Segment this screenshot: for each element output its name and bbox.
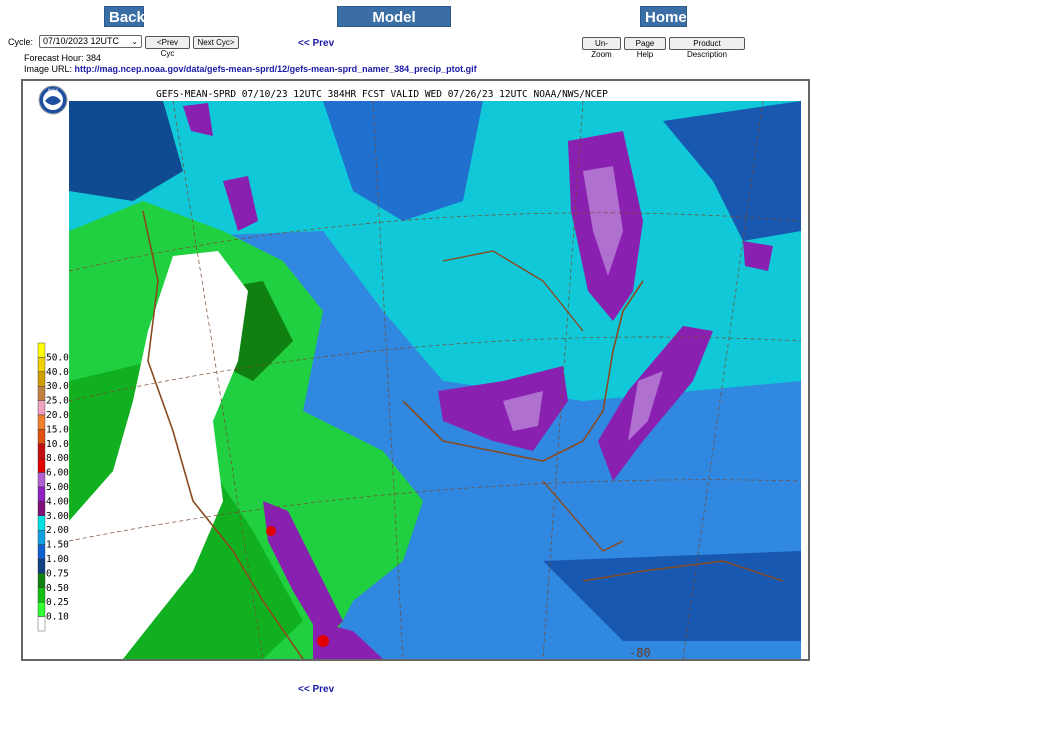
model-guidance-button[interactable]: Model Guidance: [337, 6, 451, 47]
product-description-button[interactable]: Product Description: [669, 37, 745, 59]
legend-label: 3.00: [46, 511, 69, 522]
legend-swatch: [37, 400, 46, 416]
cycle-label: Cycle:: [8, 37, 34, 47]
legend-swatch: [37, 342, 46, 358]
legend-label: 50.0: [46, 352, 69, 363]
legend-swatch: [37, 544, 46, 560]
legend-swatch: [37, 371, 46, 387]
legend-label: 0.10: [46, 612, 69, 623]
noaa-logo: NOAA: [38, 85, 68, 115]
map-header-text: GEFS-MEAN-SPRD 07/10/23 12UTC 384HR FCST…: [156, 89, 608, 100]
legend-label: 30.0: [46, 381, 69, 392]
prev-link-bottom[interactable]: << Prev: [298, 684, 334, 695]
legend-label: 15.0: [46, 424, 69, 435]
prev-cycle-button[interactable]: <Prev Cyc: [145, 36, 190, 58]
page-help-button[interactable]: Page Help: [624, 37, 666, 59]
legend-label: 1.50: [46, 540, 69, 551]
legend-swatch: [37, 558, 46, 574]
legend-swatch: [37, 429, 46, 444]
legend-swatch: [37, 602, 46, 617]
next-cycle-button[interactable]: Next Cyc>: [193, 36, 239, 49]
legend-label: 4.00: [46, 496, 69, 507]
legend-label: 0.75: [46, 568, 69, 579]
forecast-map-image: 50.0 40.0 30.0 25.0 20.0 15.0 10.0 8.00 6.00 5.00…: [21, 79, 810, 661]
legend-label: 10.0: [46, 439, 69, 450]
legend-swatch: [37, 573, 46, 588]
home-button[interactable]: Home: [640, 6, 687, 27]
prev-link-top[interactable]: << Prev: [298, 38, 334, 49]
back-button[interactable]: Back: [104, 6, 145, 27]
forecast-hour-text: Forecast Hour: 384: [24, 53, 102, 63]
cycle-select-value: 07/10/2023 12UTC: [43, 36, 120, 46]
legend-swatch: [37, 472, 46, 488]
image-url-row: Image URL: http://mag.ncep.noaa.gov/data…: [24, 64, 477, 74]
legend-label: 20.0: [46, 410, 69, 421]
legend-swatch: [37, 414, 46, 430]
legend-swatch: [37, 587, 46, 603]
unzoom-button[interactable]: Un-Zoom: [582, 37, 621, 59]
image-url-label: Image URL:: [24, 64, 73, 74]
legend-label: 25.0: [46, 396, 69, 407]
legend-label: 1.00: [46, 554, 69, 565]
image-url-link[interactable]: http://mag.ncep.noaa.gov/data/gefs-mean-…: [75, 64, 477, 74]
legend-label: 0.50: [46, 583, 69, 594]
legend-swatch: [37, 486, 46, 502]
legend-swatch: [37, 458, 46, 473]
legend-swatch: [37, 357, 46, 372]
legend-label: 8.00: [46, 453, 69, 464]
cycle-select[interactable]: 07/10/2023 12UTC ⌄: [39, 35, 142, 48]
precip-legend: 50.0 40.0 30.0 25.0 20.0 15.0 10.0 8.00 6.00 5.00…: [37, 342, 69, 632]
chevron-down-icon: ⌄: [131, 37, 138, 46]
longitude-label: -80: [629, 646, 651, 659]
legend-swatch: [37, 386, 46, 401]
legend-swatch: [37, 515, 46, 531]
legend-label: 40.0: [46, 367, 69, 378]
legend-label: 5.00: [46, 482, 69, 493]
noaa-logo-text: NOAA: [48, 88, 59, 92]
legend-swatch: [37, 616, 46, 632]
legend-swatch: [37, 530, 46, 545]
legend-swatch: [37, 443, 46, 459]
legend-label: 0.25: [46, 597, 69, 608]
legend-label: 2.00: [46, 525, 69, 536]
legend-label: 6.00: [46, 468, 69, 479]
legend-swatch: [37, 501, 46, 516]
